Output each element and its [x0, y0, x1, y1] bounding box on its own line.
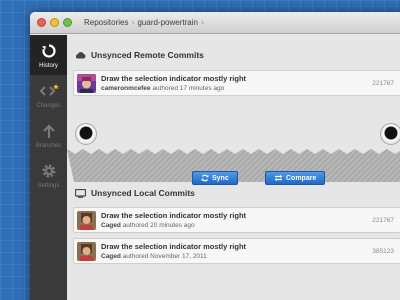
commit-sha: 385123 — [372, 248, 394, 255]
commit-author: Caged — [101, 253, 121, 260]
avatar — [77, 211, 96, 230]
main-content: Unsynced Remote Commits Draw the selecti… — [67, 35, 400, 300]
zoom-window-button[interactable] — [63, 18, 72, 27]
commit-message: Draw the selection indicator mostly righ… — [101, 74, 247, 83]
commit-time: authored 20 minutes ago — [122, 222, 195, 229]
breadcrumb-repositories[interactable]: Repositories — [84, 18, 128, 27]
commit-sha: 221767 — [372, 80, 394, 87]
computer-icon — [75, 188, 86, 198]
remote-commits-title: Unsynced Remote Commits — [91, 50, 204, 60]
sync-icon — [201, 174, 209, 182]
cloud-icon — [75, 52, 86, 59]
commit-author: Caged — [101, 222, 121, 229]
sidebar-item-label: History — [39, 63, 58, 69]
commit-author: cameronmcefee — [101, 85, 151, 92]
sidebar: History Changes Branches Settings — [30, 35, 67, 300]
changes-icon — [39, 81, 59, 101]
history-icon — [39, 41, 59, 61]
sidebar-item-settings[interactable]: Settings — [30, 155, 67, 195]
close-window-button[interactable] — [37, 18, 46, 27]
commit-row[interactable]: Draw the selection indicator mostly righ… — [73, 70, 400, 96]
sidebar-item-label: Settings — [37, 183, 60, 189]
left-sync-knob — [75, 123, 97, 145]
breadcrumb: Repositories › guard-powertrain › — [84, 17, 207, 27]
compare-button-label: Compare — [286, 174, 317, 182]
commit-time: authored 17 minutes ago — [152, 85, 225, 92]
sync-button[interactable]: Sync — [192, 171, 238, 185]
minimize-window-button[interactable] — [50, 18, 59, 27]
sidebar-item-branches[interactable]: Branches — [30, 115, 67, 155]
breadcrumb-repo[interactable]: guard-powertrain — [137, 18, 197, 27]
local-commits-title: Unsynced Local Commits — [91, 188, 195, 198]
right-sync-knob — [380, 123, 400, 145]
sidebar-item-label: Changes — [36, 103, 61, 109]
avatar — [77, 242, 96, 261]
sidebar-item-changes[interactable]: Changes — [30, 75, 67, 115]
commit-message: Draw the selection indicator mostly righ… — [101, 211, 247, 220]
commit-sha: 221767 — [372, 217, 394, 224]
remote-commits-header: Unsynced Remote Commits — [67, 45, 204, 65]
sync-button-label: Sync — [212, 174, 229, 182]
chevron-right-icon: › — [200, 17, 204, 27]
title-bar: Repositories › guard-powertrain › — [30, 12, 400, 34]
compare-icon — [274, 175, 283, 181]
gear-icon — [39, 161, 59, 181]
commit-row[interactable]: Draw the selection indicator mostly righ… — [73, 238, 400, 264]
avatar — [77, 74, 96, 93]
sidebar-item-history[interactable]: History — [30, 35, 67, 75]
compare-button[interactable]: Compare — [265, 171, 326, 185]
commit-row[interactable]: Draw the selection indicator mostly righ… — [73, 207, 400, 233]
commit-message: Draw the selection indicator mostly righ… — [101, 242, 247, 251]
commit-meta: Caged authored November 17, 2011 — [101, 253, 207, 260]
chevron-right-icon: › — [131, 17, 135, 27]
local-commits-header: Unsynced Local Commits — [67, 183, 195, 203]
commit-meta: cameronmcefee authored 17 minutes ago — [101, 85, 224, 92]
branch-icon — [39, 121, 59, 141]
commit-time: authored November 17, 2011 — [122, 253, 207, 260]
sidebar-item-label: Branches — [35, 143, 62, 149]
commit-meta: Caged authored 20 minutes ago — [101, 222, 195, 229]
app-window: Repositories › guard-powertrain › Histor… — [30, 12, 400, 300]
